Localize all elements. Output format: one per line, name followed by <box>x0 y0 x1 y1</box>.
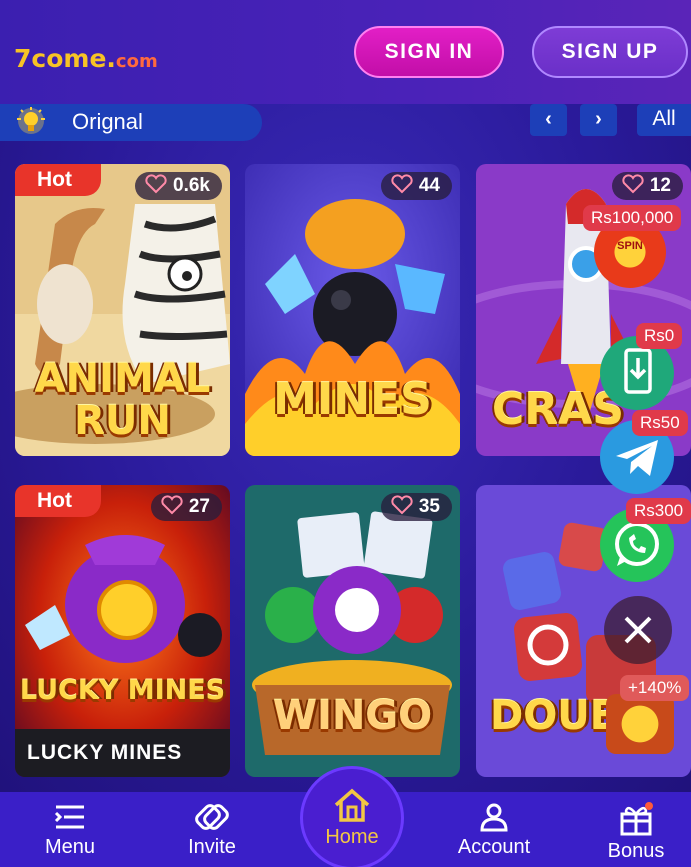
spin-label: SPIN <box>617 240 643 252</box>
game-card-lucky-mines[interactable]: LUCKY MINES LUCKY MINES Hot 27 <box>15 485 230 777</box>
nav-bonus[interactable]: Bonus <box>596 792 676 867</box>
treasure-chest-icon[interactable] <box>606 694 674 754</box>
view-all-button[interactable]: All <box>637 104 691 136</box>
brand-logo[interactable]: 7come.com <box>14 44 158 73</box>
nav-menu-label: Menu <box>44 836 96 858</box>
user-icon <box>480 803 508 832</box>
game-title: ANIMAL <box>34 356 211 402</box>
close-floating-button[interactable] <box>604 596 672 664</box>
hot-badge: Hot <box>15 164 101 196</box>
nav-account-label: Account <box>457 836 531 858</box>
likes-count: 12 <box>649 175 671 196</box>
gift-icon <box>620 802 653 836</box>
close-icon <box>624 616 652 644</box>
likes-counter[interactable]: 0.6k <box>135 172 222 200</box>
lightbulb-icon <box>17 107 45 134</box>
section-title: Orignal <box>72 109 143 134</box>
previous-button[interactable]: ‹ <box>530 104 567 136</box>
likes-count: 0.6k <box>173 175 210 196</box>
top-header: 7come.com SIGN IN SIGN UP <box>0 0 691 104</box>
heart-icon <box>622 174 644 194</box>
hot-badge: Hot <box>15 485 101 517</box>
game-title: MINES <box>273 374 432 425</box>
telegram-bonus-badge: Rs50 <box>632 410 688 436</box>
menu-icon <box>54 805 84 829</box>
download-bonus-badge: Rs0 <box>636 323 683 349</box>
nav-home-label: Home <box>325 826 379 848</box>
heart-icon <box>161 495 183 515</box>
game-title-line2: RUN <box>74 398 171 444</box>
handshake-icon <box>195 804 229 830</box>
likes-count: 44 <box>418 175 440 196</box>
nav-account[interactable]: Account <box>450 792 538 867</box>
heart-icon <box>391 495 413 515</box>
logo-suffix: com <box>115 51 158 72</box>
game-card-mines[interactable]: MINES 44 <box>245 164 460 456</box>
nav-bonus-label: Bonus <box>607 840 665 862</box>
game-title: LUCKY MINES <box>19 675 226 706</box>
likes-counter[interactable]: 35 <box>380 493 452 521</box>
logo-text: 7come. <box>14 44 116 73</box>
nav-invite-label: Invite <box>188 836 236 858</box>
nav-menu[interactable]: Menu <box>30 792 110 867</box>
game-card-wingo[interactable]: WINGO 35 <box>245 485 460 777</box>
likes-counter[interactable]: 27 <box>150 493 222 521</box>
whatsapp-bonus-badge: Rs300 <box>626 498 691 524</box>
heart-icon <box>145 174 167 194</box>
next-button[interactable]: › <box>580 104 617 136</box>
spin-prize-badge: Rs100,000 <box>583 205 682 231</box>
nav-home[interactable]: Home <box>300 766 404 867</box>
chest-bonus-badge: +140% <box>620 675 690 701</box>
sign-in-button[interactable]: SIGN IN <box>354 26 504 78</box>
section-header: Orignal <box>0 104 262 141</box>
nav-invite[interactable]: Invite <box>172 792 252 867</box>
likes-count: 27 <box>188 496 210 517</box>
game-title: WINGO <box>272 693 433 739</box>
likes-counter[interactable]: 12 <box>611 172 683 200</box>
game-card-animal-run[interactable]: ANIMAL RUN Hot 0.6k <box>15 164 230 456</box>
likes-counter[interactable]: 44 <box>380 172 452 200</box>
home-icon <box>334 788 370 822</box>
heart-icon <box>391 174 413 194</box>
game-name-label: LUCKY MINES <box>15 729 230 777</box>
sign-up-button[interactable]: SIGN UP <box>532 26 688 78</box>
likes-count: 35 <box>418 496 440 517</box>
